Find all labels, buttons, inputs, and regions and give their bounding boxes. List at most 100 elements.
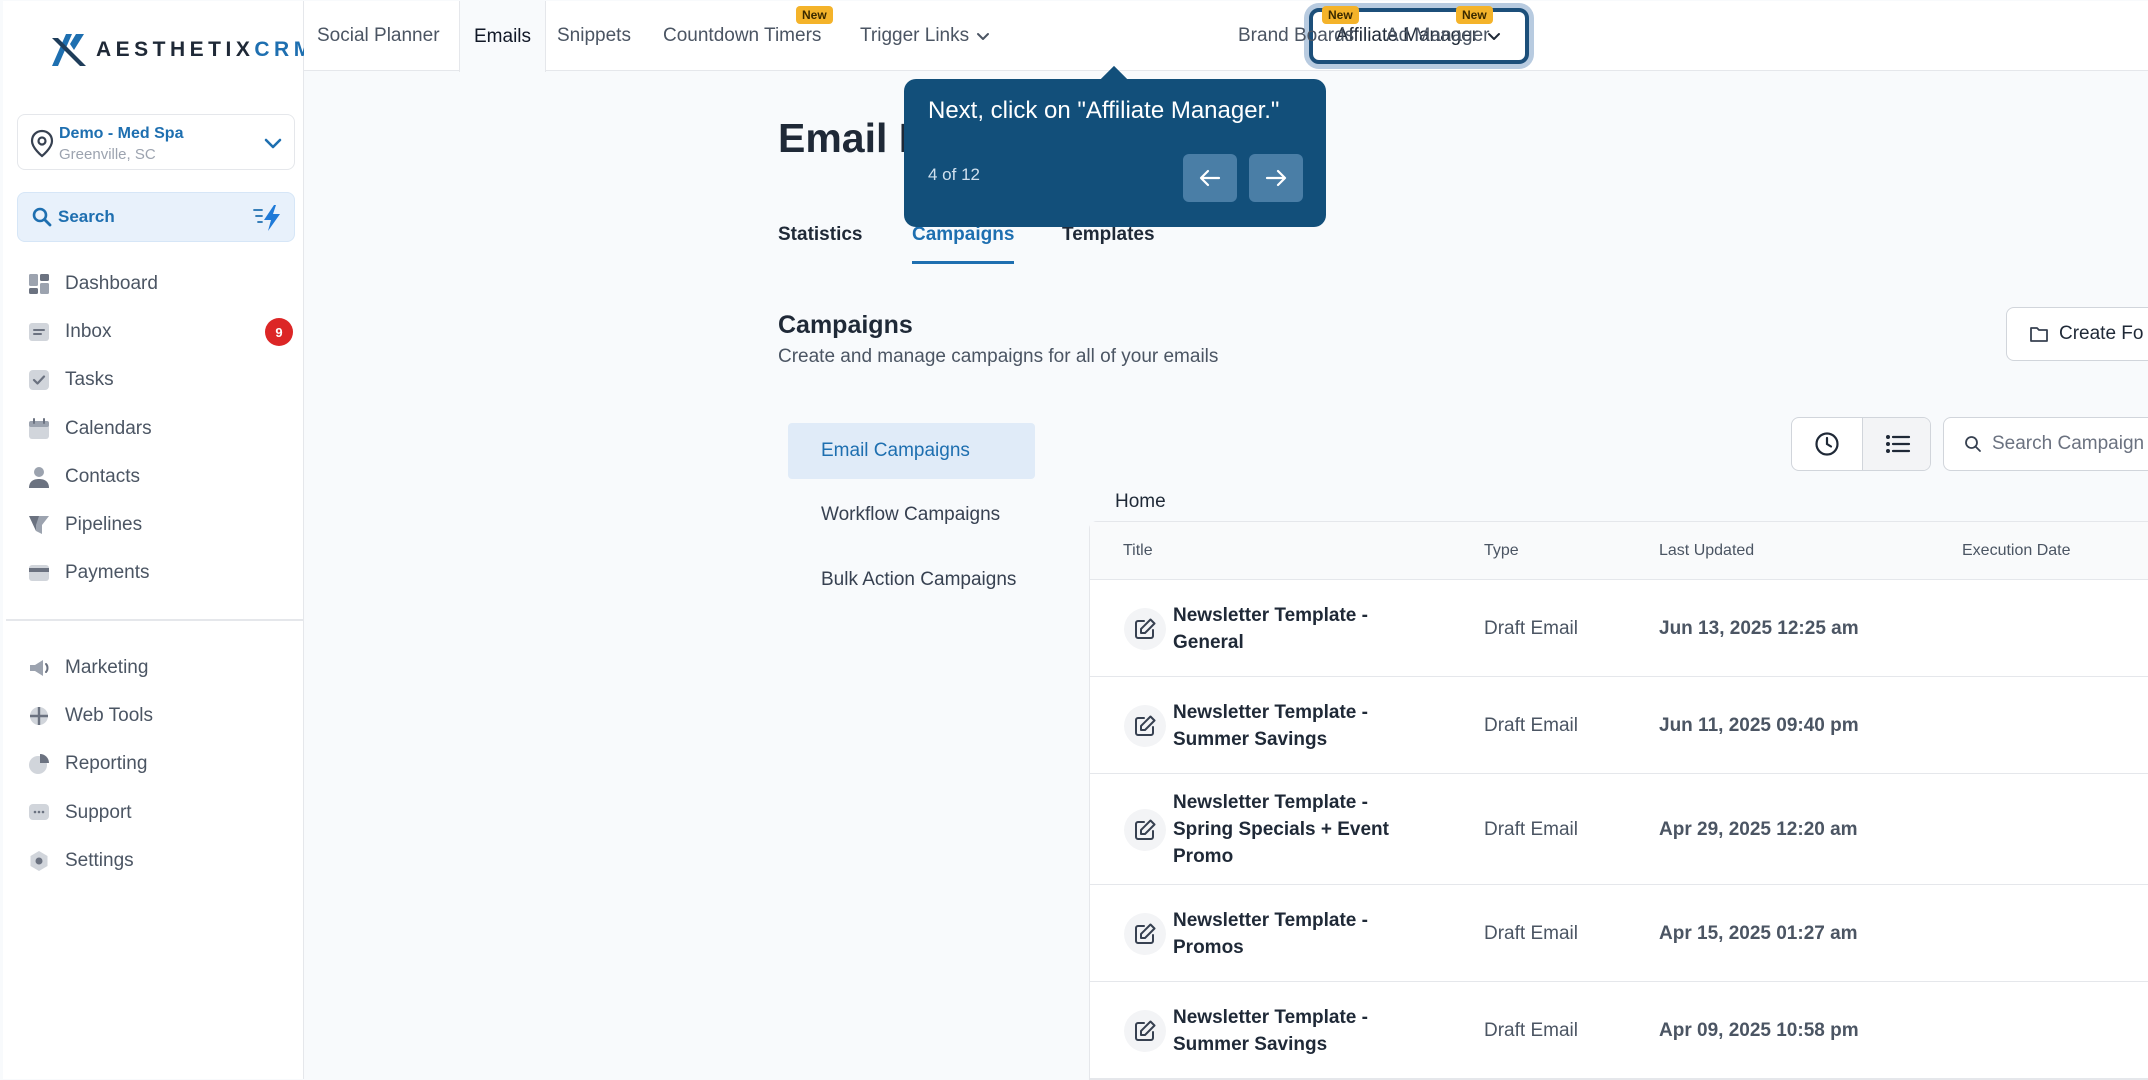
- edit-icon: [1135, 715, 1156, 736]
- campaign-title-line: Promos: [1173, 936, 1244, 958]
- sidebar-item-label: Pipelines: [65, 514, 143, 535]
- sidebar-item-payments[interactable]: Payments: [27, 557, 149, 589]
- tasks-icon: [27, 368, 51, 392]
- campaign-title[interactable]: Newsletter Template - General: [1173, 602, 1413, 656]
- sidebar-item-label: Marketing: [65, 657, 149, 678]
- support-icon: [27, 801, 51, 825]
- campaign-title-line: Promo: [1173, 846, 1234, 867]
- edit-campaign-button[interactable]: [1124, 808, 1166, 851]
- tab-social-planner[interactable]: Social Planner: [317, 1, 440, 71]
- edit-campaign-button[interactable]: [1124, 1009, 1166, 1052]
- edit-campaign-button[interactable]: [1124, 704, 1166, 747]
- campaign-type: Draft Email: [1484, 714, 1578, 736]
- search-campaigns-placeholder: Search Campaign: [1992, 433, 2145, 454]
- campaign-last-updated: Jun 13, 2025 12:25 am: [1659, 617, 1859, 639]
- tab-snippets[interactable]: Snippets: [557, 1, 631, 71]
- menu-bulk-action-campaigns[interactable]: Bulk Action Campaigns: [788, 552, 1035, 608]
- dashboard-icon: [27, 272, 51, 296]
- edit-icon: [1135, 618, 1156, 639]
- sidebar-item-support[interactable]: Support: [27, 797, 132, 829]
- sidebar-item-inbox[interactable]: Inbox: [27, 316, 111, 348]
- table-row[interactable]: Newsletter Template - General Draft Email J…: [1090, 580, 2148, 677]
- subtab-templates[interactable]: Templates: [1062, 224, 1155, 246]
- campaign-title-line: General: [1173, 631, 1244, 653]
- table-row[interactable]: Newsletter Template - Spring Specials + E…: [1090, 774, 2148, 885]
- breadcrumb[interactable]: Home: [1115, 491, 1166, 513]
- location-name: Demo - Med Spa: [59, 125, 184, 142]
- create-folder-label: Create Fo: [2059, 323, 2144, 344]
- sidebar-item-web-tools[interactable]: Web Tools: [27, 700, 153, 732]
- contacts-icon: [27, 465, 51, 489]
- sidebar-item-label: Settings: [65, 849, 134, 871]
- tab-label: Countdown Timers: [663, 25, 822, 46]
- campaign-last-updated: Apr 29, 2025 12:20 am: [1659, 818, 1858, 840]
- create-folder-button[interactable]: Create Fo: [2006, 307, 2148, 361]
- calendar-icon: [27, 417, 51, 441]
- edit-campaign-button[interactable]: [1124, 912, 1166, 955]
- table-row[interactable]: Newsletter Template - Promos Draft Email Ap…: [1090, 885, 2148, 982]
- sidebar-item-label: Tasks: [65, 369, 114, 391]
- chevron-down-icon: [977, 33, 990, 40]
- campaign-title[interactable]: Newsletter Template - Spring Specials + E…: [1173, 789, 1413, 870]
- sidebar-item-marketing[interactable]: Marketing: [27, 652, 148, 684]
- brand-name: AESTHETIXCRM: [96, 38, 316, 62]
- column-header-type[interactable]: Type: [1484, 542, 1519, 560]
- sidebar-item-reporting[interactable]: Reporting: [27, 748, 147, 780]
- subtab-campaigns[interactable]: Campaigns: [912, 224, 1014, 246]
- payments-icon: [27, 561, 51, 585]
- edit-campaign-button[interactable]: [1124, 607, 1166, 650]
- recent-view-button[interactable]: [1792, 418, 1862, 470]
- sidebar: AESTHETIXCRM Demo - Med Spa Greenville, …: [3, 1, 311, 1079]
- campaign-title[interactable]: Newsletter Template - Summer Savings: [1173, 699, 1413, 753]
- tab-label: Snippets: [557, 25, 631, 46]
- subtab-statistics[interactable]: Statistics: [778, 224, 862, 246]
- search-campaigns-input[interactable]: Search Campaign: [1943, 417, 2148, 471]
- quick-actions-bolt-icon[interactable]: [252, 203, 284, 233]
- sidebar-search[interactable]: Search: [17, 192, 295, 242]
- sidebar-item-tasks[interactable]: Tasks: [27, 364, 114, 396]
- folder-icon: [2030, 327, 2048, 342]
- logo-mark-icon: [52, 34, 86, 66]
- column-header-execution-date[interactable]: Execution Date: [1962, 542, 2071, 560]
- campaign-type: Draft Email: [1484, 922, 1578, 944]
- tab-emails[interactable]: Emails: [459, 1, 547, 72]
- active-subtab-indicator: [912, 261, 1014, 264]
- column-header-title[interactable]: Title: [1123, 542, 1153, 560]
- menu-workflow-campaigns[interactable]: Workflow Campaigns: [788, 487, 1035, 543]
- sidebar-item-label: Payments: [65, 562, 150, 584]
- sidebar-item-calendars[interactable]: Calendars: [27, 413, 152, 445]
- campaign-type: Draft Email: [1484, 1019, 1578, 1041]
- menu-email-campaigns[interactable]: Email Campaigns: [788, 423, 1035, 479]
- reporting-icon: [27, 752, 51, 776]
- sidebar-search-label: Search: [58, 207, 115, 226]
- new-badge: New: [1456, 6, 1493, 24]
- web-tools-icon: [27, 704, 51, 728]
- list-view-button[interactable]: [1862, 418, 1930, 470]
- sidebar-item-dashboard[interactable]: Dashboard: [27, 268, 158, 300]
- tooltip-previous-button[interactable]: [1183, 154, 1237, 202]
- sidebar-item-label: Contacts: [65, 465, 140, 487]
- tab-trigger-links[interactable]: Trigger Links: [860, 1, 991, 71]
- campaign-title[interactable]: Newsletter Template - Promos: [1173, 907, 1413, 961]
- table-row[interactable]: Newsletter Template - Summer Savings Draft…: [1090, 982, 2148, 1079]
- sidebar-item-settings[interactable]: Settings: [27, 845, 134, 877]
- table-row[interactable]: Newsletter Template - Summer Savings Draft…: [1090, 677, 2148, 774]
- arrow-left-icon: [1199, 169, 1221, 187]
- campaign-title-line: Newsletter Template -: [1173, 701, 1368, 723]
- section-title: Campaigns: [778, 311, 913, 339]
- edit-icon: [1135, 819, 1156, 840]
- tooltip-text: Next, click on "Affiliate Manager.": [928, 97, 1280, 124]
- settings-icon: [27, 849, 51, 873]
- sidebar-item-pipelines[interactable]: Pipelines: [27, 509, 142, 541]
- location-city: Greenville, SC: [59, 146, 156, 163]
- sidebar-item-contacts[interactable]: Contacts: [27, 461, 140, 493]
- app-frame: AESTHETIXCRM Demo - Med Spa Greenville, …: [0, 0, 2148, 1080]
- inbox-icon: [27, 320, 51, 344]
- tooltip-next-button[interactable]: [1249, 154, 1303, 202]
- brand-logo[interactable]: AESTHETIXCRM: [50, 28, 316, 72]
- column-header-last-updated[interactable]: Last Updated: [1659, 542, 1754, 560]
- location-switcher[interactable]: Demo - Med Spa Greenville, SC: [17, 114, 295, 170]
- search-icon: [1965, 436, 1981, 452]
- table-header: Title Type Last Updated Execution Date: [1090, 522, 2148, 580]
- campaign-title[interactable]: Newsletter Template - Summer Savings: [1173, 1004, 1413, 1058]
